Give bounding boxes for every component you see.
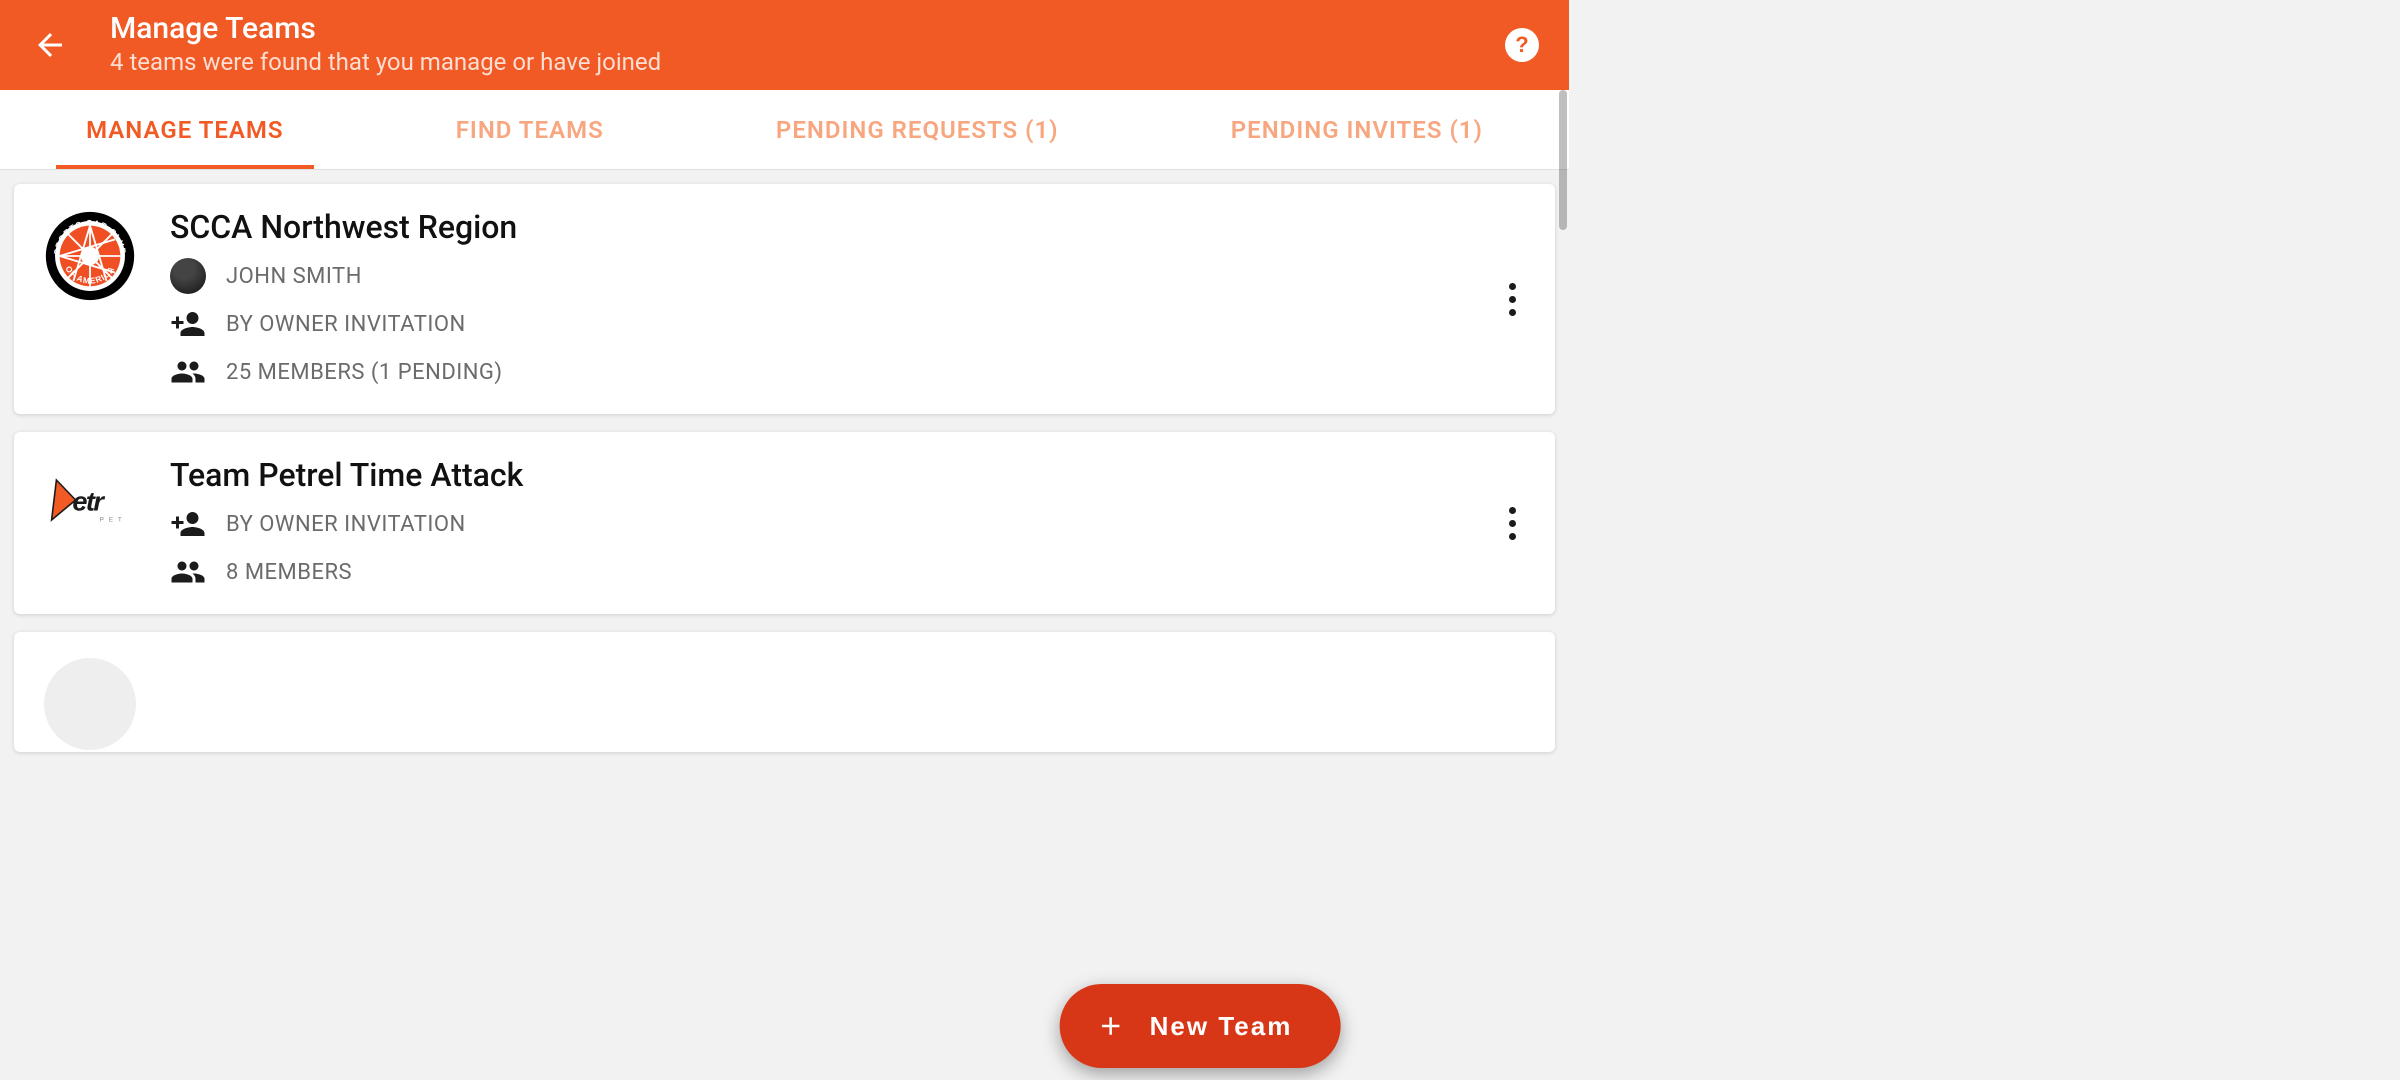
team-card[interactable]: SPORTS CAR CLUB OF AMERICA SCCA Northwes…: [14, 184, 1555, 414]
svg-text:etr: etr: [72, 485, 105, 516]
tab-label: Pending Invites (1): [1231, 116, 1483, 144]
back-button[interactable]: [30, 25, 70, 65]
team-body: Team Petrel Time Attack By Owner Invitat…: [170, 456, 1527, 590]
team-card[interactable]: [14, 632, 1555, 752]
arrow-left-icon: [32, 27, 68, 63]
members-text: 8 Members: [226, 560, 352, 585]
members-text: 25 Members (1 Pending): [226, 360, 503, 385]
svg-text:P E T: P E T: [100, 517, 124, 524]
tab-pending-invites[interactable]: Pending Invites (1): [1201, 90, 1513, 169]
tab-manage-teams[interactable]: Manage Teams: [56, 90, 313, 169]
person-add-icon: [170, 306, 206, 342]
dots-vertical-icon: [1509, 507, 1516, 514]
team-owner-row: John Smith: [170, 258, 1527, 294]
team-logo: SPORTS CAR CLUB OF AMERICA: [42, 208, 138, 304]
join-policy-text: By Owner Invitation: [226, 312, 466, 337]
page-subtitle: 4 teams were found that you manage or ha…: [110, 47, 661, 78]
team-join-policy-row: By Owner Invitation: [170, 506, 1527, 542]
etr-logo-icon: etr P E T: [42, 469, 138, 539]
scrollbar[interactable]: [1559, 90, 1567, 784]
join-policy-text: By Owner Invitation: [226, 512, 466, 537]
owner-name: John Smith: [226, 264, 362, 289]
people-icon: [170, 554, 206, 590]
people-icon: [170, 354, 206, 390]
tab-pending-requests[interactable]: Pending Requests (1): [746, 90, 1089, 169]
person-add-icon: [170, 506, 206, 542]
team-members-row: 8 Members: [170, 554, 1527, 590]
content-area: SPORTS CAR CLUB OF AMERICA SCCA Northwes…: [0, 170, 1569, 784]
owner-avatar: [170, 258, 206, 294]
dots-vertical-icon: [1509, 283, 1516, 290]
placeholder-logo-icon: [44, 658, 136, 750]
team-name: Team Petrel Time Attack: [170, 456, 1527, 494]
help-button[interactable]: ?: [1505, 28, 1539, 62]
scrollbar-thumb[interactable]: [1559, 90, 1567, 230]
page-title: Manage Teams: [110, 11, 661, 47]
header-titles: Manage Teams 4 teams were found that you…: [110, 11, 661, 78]
tabs: Manage Teams Find Teams Pending Requests…: [0, 90, 1569, 170]
team-name: SCCA Northwest Region: [170, 208, 1527, 246]
team-join-policy-row: By Owner Invitation: [170, 306, 1527, 342]
help-icon: ?: [1515, 32, 1528, 58]
scca-logo-icon: SPORTS CAR CLUB OF AMERICA: [44, 210, 136, 302]
tab-label: Find Teams: [456, 116, 604, 144]
tab-find-teams[interactable]: Find Teams: [426, 90, 634, 169]
card-menu-button[interactable]: [1497, 275, 1527, 323]
team-card[interactable]: etr P E T Team Petrel Time Attack By Own…: [14, 432, 1555, 614]
app-header: Manage Teams 4 teams were found that you…: [0, 0, 1569, 90]
team-body: SCCA Northwest Region John Smith By Owne…: [170, 208, 1527, 390]
card-menu-button[interactable]: [1497, 499, 1527, 547]
tab-label: Manage Teams: [86, 116, 283, 144]
team-logo: [42, 656, 138, 752]
tab-label: Pending Requests (1): [776, 116, 1059, 144]
team-logo: etr P E T: [42, 456, 138, 552]
team-members-row: 25 Members (1 Pending): [170, 354, 1527, 390]
